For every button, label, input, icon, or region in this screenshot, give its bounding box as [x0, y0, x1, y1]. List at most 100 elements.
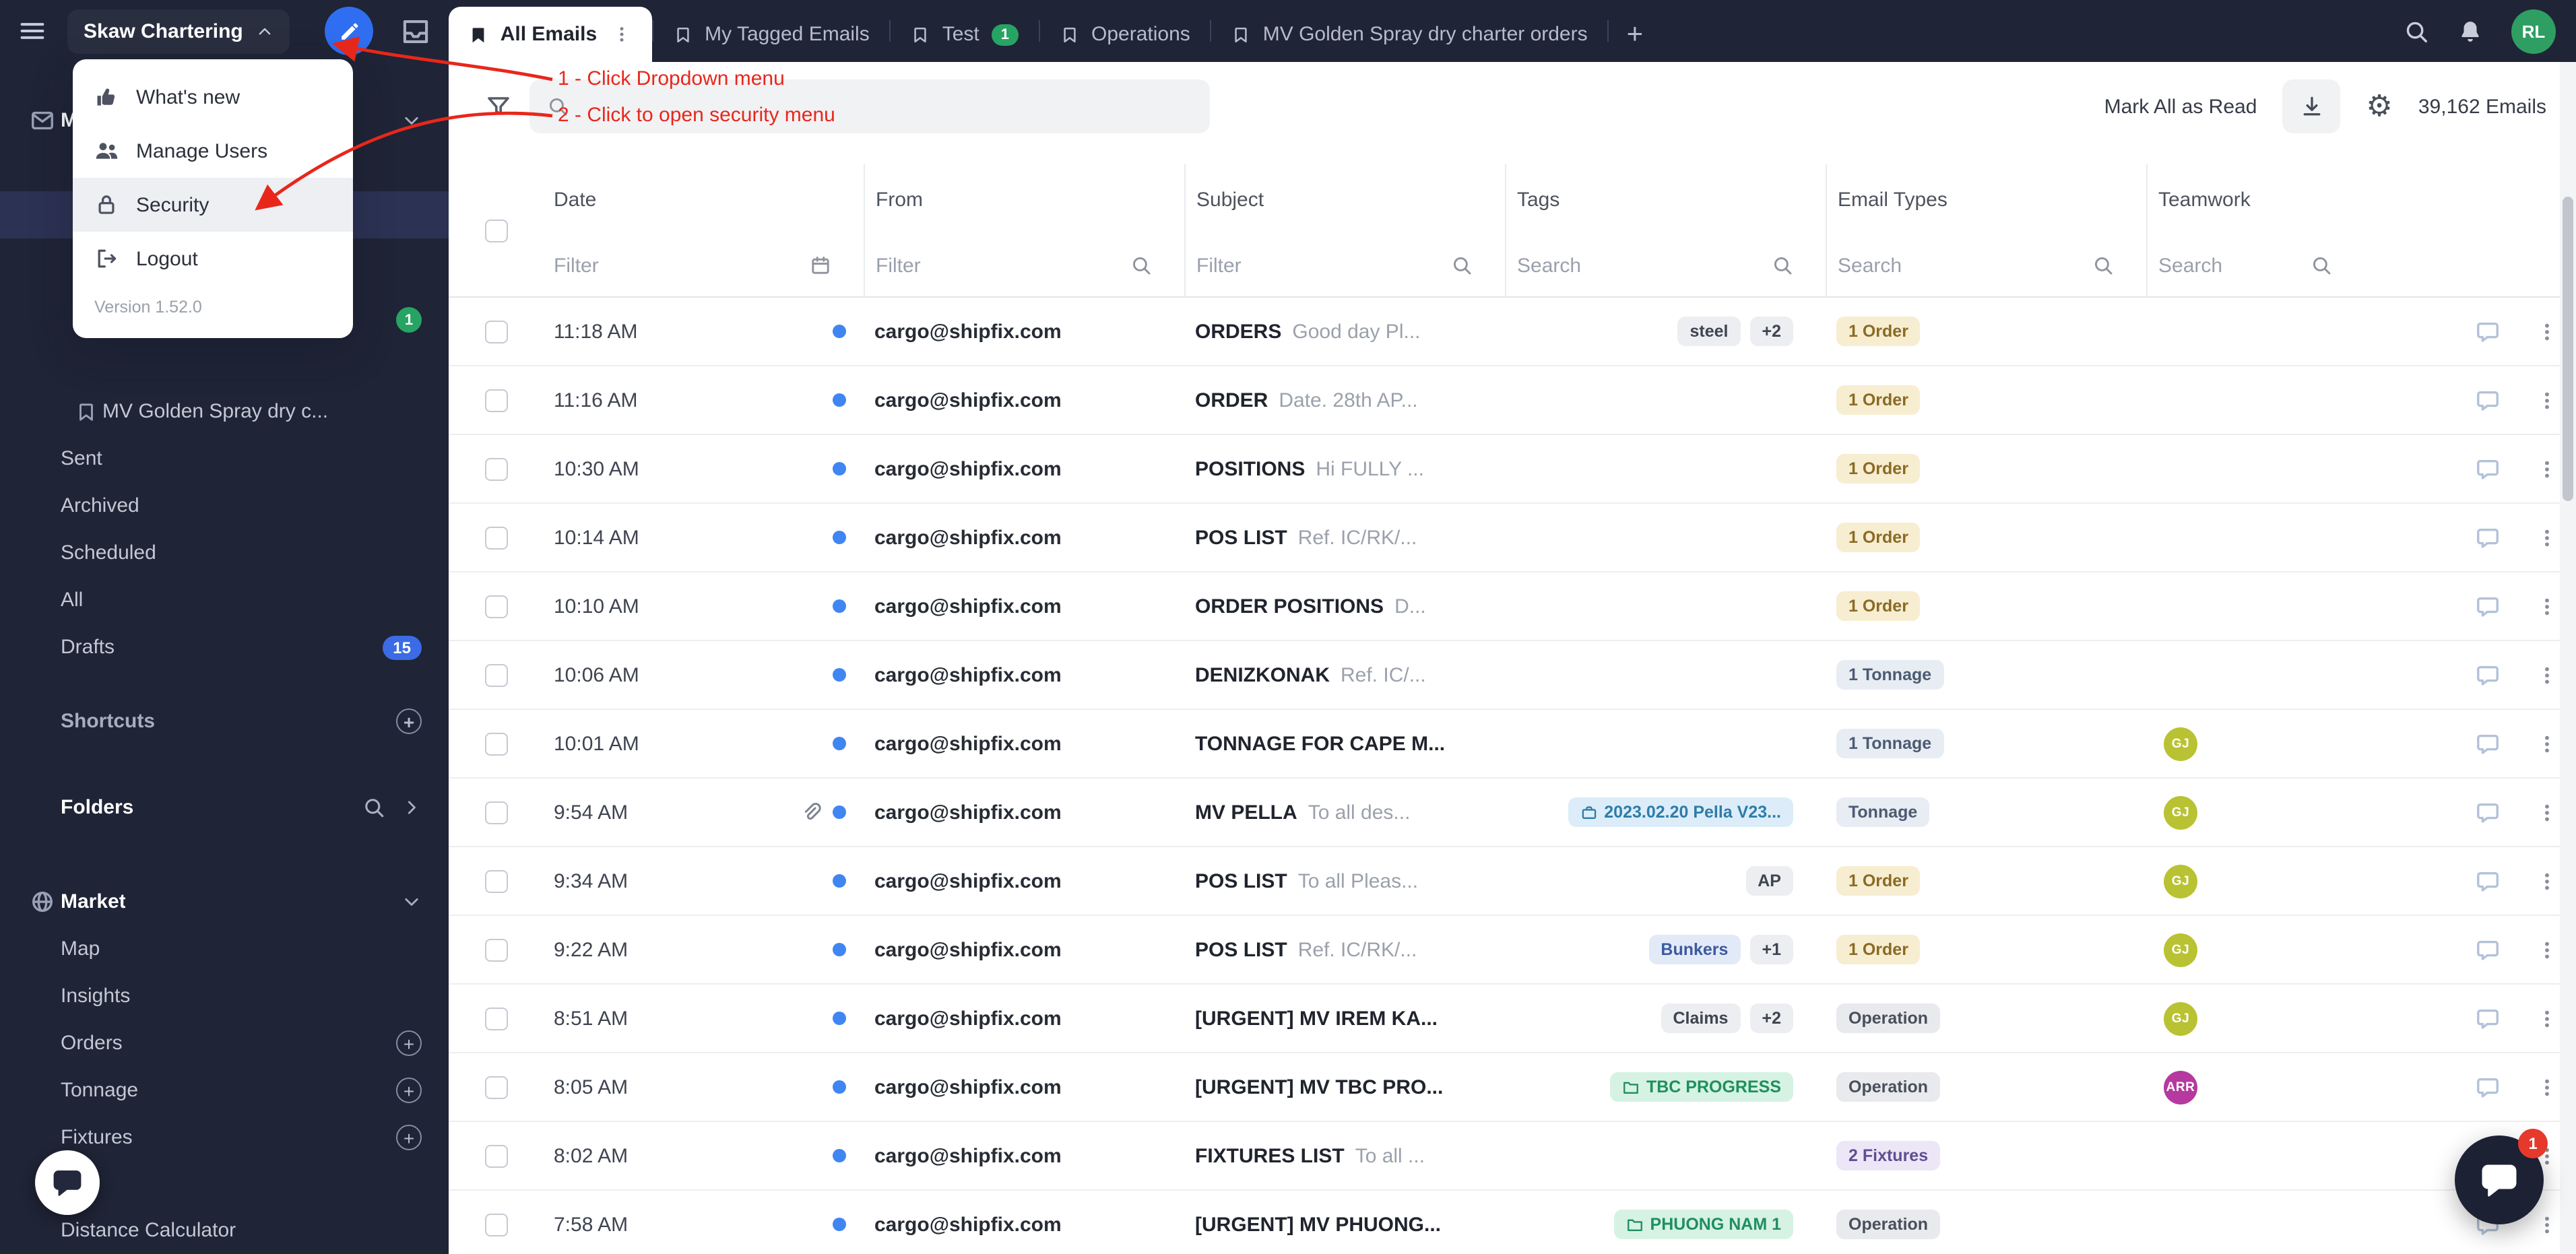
user-avatar[interactable]: RL [2511, 9, 2556, 53]
comment-icon[interactable] [2474, 593, 2500, 619]
row-menu-icon[interactable] [2535, 1076, 2558, 1098]
comment-icon[interactable] [2474, 1005, 2500, 1031]
row-menu-icon[interactable] [2535, 595, 2558, 618]
email-row[interactable]: 10:30 AM cargo@shipfix.com POSITIONSHi F… [449, 435, 2576, 504]
row-menu-icon[interactable] [2535, 801, 2558, 824]
bell-icon[interactable] [2457, 18, 2483, 44]
comment-icon[interactable] [2474, 387, 2500, 413]
tab-menu-icon[interactable] [612, 24, 632, 44]
row-checkbox[interactable] [484, 595, 507, 618]
filter-email-types[interactable]: Search [1826, 234, 2146, 296]
menu-item-manage-users[interactable]: Manage Users [73, 124, 353, 178]
download-button[interactable] [2282, 79, 2340, 133]
add-shortcut-button[interactable]: + [396, 708, 422, 734]
comment-icon[interactable] [2474, 868, 2500, 894]
sidebar-section-shortcuts[interactable]: Shortcuts+ [0, 698, 449, 745]
tab-test[interactable]: Test1 [891, 7, 1039, 62]
email-row[interactable]: 8:51 AM cargo@shipfix.com [URGENT] MV IR… [449, 985, 2576, 1053]
menu-item-security[interactable]: Security [73, 178, 353, 232]
tab-operations[interactable]: Operations [1040, 7, 1211, 62]
email-row[interactable]: 10:06 AM cargo@shipfix.com DENIZKONAKRef… [449, 641, 2576, 710]
comment-icon[interactable] [2474, 937, 2500, 962]
new-tab-button[interactable]: + [1609, 7, 1661, 62]
email-type-badge[interactable]: 1 Order [1836, 523, 1921, 552]
comment-icon[interactable] [2474, 525, 2500, 550]
sidebar-item-orders[interactable]: Orders+ [0, 1020, 449, 1067]
row-menu-icon[interactable] [2535, 663, 2558, 686]
tag-badge[interactable]: Bunkers [1648, 935, 1740, 964]
email-row[interactable]: 10:01 AM cargo@shipfix.com TONNAGE FOR C… [449, 710, 2576, 779]
menu-item-logout[interactable]: Logout [73, 232, 353, 286]
member-avatar[interactable]: GJ [2164, 1001, 2197, 1035]
row-checkbox[interactable] [484, 457, 507, 480]
row-menu-icon[interactable] [2535, 320, 2558, 343]
comment-icon[interactable] [2474, 456, 2500, 482]
comment-icon[interactable] [2474, 799, 2500, 825]
row-checkbox[interactable] [484, 663, 507, 686]
select-all-checkbox[interactable] [484, 219, 507, 242]
row-menu-icon[interactable] [2535, 1213, 2558, 1236]
tab-my-tagged-emails[interactable]: My Tagged Emails [653, 7, 890, 62]
add-tonnage-button[interactable]: + [396, 1078, 422, 1103]
hamburger-menu-icon[interactable] [18, 16, 47, 46]
column-header-email-types[interactable]: Email Types [1826, 164, 2146, 234]
email-type-badge[interactable]: 1 Tonnage [1836, 729, 1943, 758]
filter-subject[interactable]: Filter [1184, 234, 1505, 296]
email-type-badge[interactable]: Tonnage [1836, 797, 1929, 827]
email-row[interactable]: 7:58 AM cargo@shipfix.com [URGENT] MV PH… [449, 1191, 2576, 1254]
tag-badge[interactable]: +1 [1749, 935, 1793, 964]
row-checkbox[interactable] [484, 320, 507, 343]
tag-badge[interactable]: steel [1677, 317, 1740, 346]
search-icon[interactable] [362, 796, 385, 819]
chat-widget-button[interactable]: 1 [2455, 1135, 2544, 1224]
email-row[interactable]: 8:02 AM cargo@shipfix.com FIXTURES LISTT… [449, 1122, 2576, 1191]
row-checkbox[interactable] [484, 732, 507, 755]
email-type-badge[interactable]: 1 Order [1836, 454, 1921, 484]
email-type-badge[interactable]: 1 Order [1836, 866, 1921, 896]
email-row[interactable]: 11:18 AM cargo@shipfix.com ORDERSGood da… [449, 298, 2576, 366]
row-checkbox[interactable] [484, 869, 507, 892]
filter-funnel-icon[interactable] [485, 93, 512, 120]
tag-badge[interactable]: PHUONG NAM 1 [1614, 1210, 1793, 1239]
tag-badge[interactable]: +2 [1749, 1003, 1793, 1033]
row-checkbox[interactable] [484, 1144, 507, 1167]
sidebar-item-drafts[interactable]: Drafts15 [0, 624, 449, 671]
tag-badge[interactable]: +2 [1749, 317, 1793, 346]
email-type-badge[interactable]: 2 Fixtures [1836, 1141, 1940, 1170]
sidebar-item-pinned-tag[interactable]: MV Golden Spray dry c... [0, 388, 449, 435]
email-row[interactable]: 9:54 AM cargo@shipfix.com MV PELLATo all… [449, 779, 2576, 847]
email-row[interactable]: 9:22 AM cargo@shipfix.com POS LISTRef. I… [449, 916, 2576, 985]
member-avatar[interactable]: GJ [2164, 933, 2197, 966]
filter-from[interactable]: Filter [864, 234, 1184, 296]
sidebar-section-folders[interactable]: Folders [0, 784, 449, 831]
tab-all-emails[interactable]: All Emails [449, 7, 652, 62]
filter-date[interactable]: Filter [543, 234, 864, 296]
row-checkbox[interactable] [484, 526, 507, 549]
row-menu-icon[interactable] [2535, 526, 2558, 549]
add-fixtures-button[interactable]: + [396, 1125, 422, 1150]
tag-badge[interactable]: 2023.02.20 Pella V23... [1568, 797, 1793, 827]
email-type-badge[interactable]: 1 Order [1836, 385, 1921, 415]
row-checkbox[interactable] [484, 389, 507, 411]
row-menu-icon[interactable] [2535, 457, 2558, 480]
comment-icon[interactable] [2474, 319, 2500, 344]
mark-all-read-button[interactable]: Mark All as Read [2104, 95, 2257, 118]
email-row[interactable]: 8:05 AM cargo@shipfix.com [URGENT] MV TB… [449, 1053, 2576, 1122]
inbox-tray-icon[interactable] [401, 15, 432, 46]
email-row[interactable]: 11:16 AM cargo@shipfix.com ORDERDate. 28… [449, 366, 2576, 435]
menu-item-what-s-new[interactable]: What's new [73, 70, 353, 124]
column-header-tags[interactable]: Tags [1505, 164, 1826, 234]
member-avatar[interactable]: GJ [2164, 727, 2197, 760]
row-menu-icon[interactable] [2535, 1007, 2558, 1030]
add-orders-button[interactable]: + [396, 1030, 422, 1056]
tab-mv-golden-spray-dry-charter-orders[interactable]: MV Golden Spray dry charter orders [1212, 7, 1608, 62]
filter-teamwork[interactable]: Search [2146, 234, 2364, 296]
row-checkbox[interactable] [484, 1007, 507, 1030]
tag-badge[interactable]: Claims [1661, 1003, 1740, 1033]
email-type-badge[interactable]: Operation [1836, 1003, 1940, 1033]
sidebar-item-archived[interactable]: Archived [0, 482, 449, 529]
email-type-badge[interactable]: Operation [1836, 1210, 1940, 1239]
workspace-switcher[interactable]: Skaw Chartering [67, 9, 290, 53]
column-header-date[interactable]: Date [543, 164, 864, 234]
row-checkbox[interactable] [484, 801, 507, 824]
